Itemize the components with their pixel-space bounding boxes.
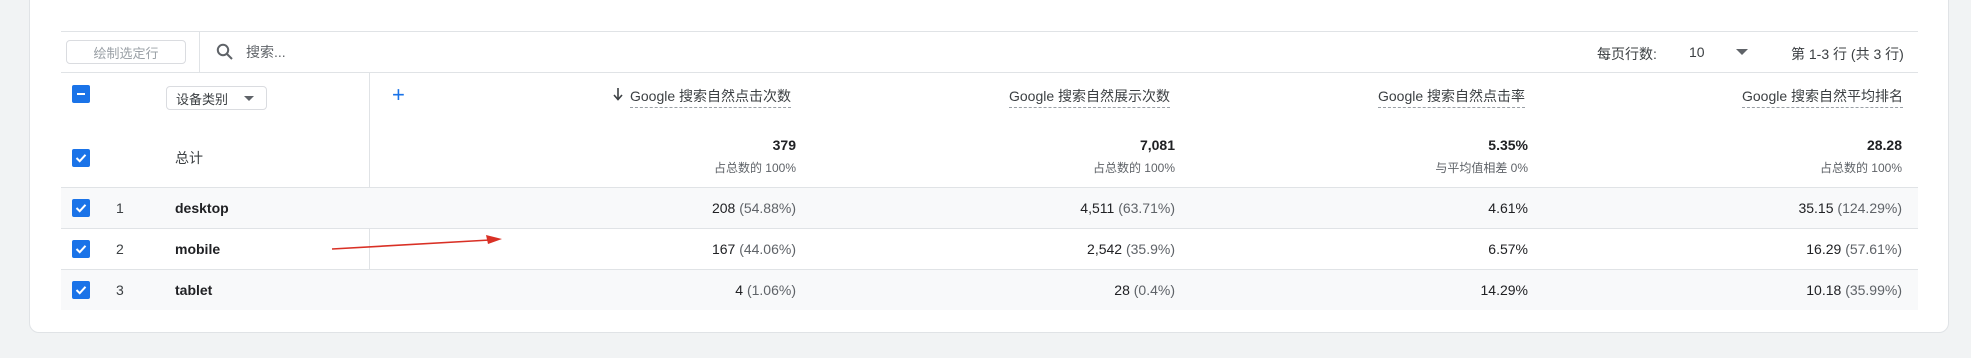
- cell-position: 35.15 (124.29%): [1798, 200, 1902, 216]
- total-clicks-share: 占总数的 100%: [713, 161, 796, 175]
- total-row-checkbox[interactable]: [72, 149, 90, 167]
- checkmark-icon: [75, 245, 87, 254]
- row-index: 2: [116, 241, 124, 257]
- cell-value: 167: [711, 241, 736, 257]
- row-checkbox[interactable]: [72, 199, 90, 217]
- total-impressions: 7,081 占总数的 100%: [1093, 137, 1175, 176]
- toolbar-divider: [199, 31, 200, 73]
- row-dimension: mobile: [175, 241, 221, 257]
- total-ctr: 5.35% 与平均值相差 0%: [1435, 137, 1528, 176]
- total-ctr-value: 5.35%: [1488, 137, 1528, 153]
- cell-value: 14.29%: [1480, 282, 1528, 298]
- cell-value: 6.57%: [1488, 241, 1528, 257]
- cell-position: 16.29 (57.61%): [1806, 241, 1902, 257]
- cell-position: 10.18 (35.99%): [1806, 282, 1902, 298]
- plot-rows-button[interactable]: 绘制选定行: [66, 40, 186, 64]
- table-row[interactable]: 1 desktop 208 (54.88%) 4,511 (63.71%) 4.…: [61, 188, 1918, 229]
- total-impressions-value: 7,081: [1139, 137, 1175, 153]
- search-input[interactable]: [246, 44, 546, 60]
- add-dimension-icon[interactable]: +: [392, 84, 405, 106]
- cell-percent: (44.06%): [739, 241, 796, 257]
- cell-value: 10.18: [1806, 282, 1842, 298]
- cell-value: 4: [735, 282, 744, 298]
- cell-value: 4,511: [1080, 200, 1115, 216]
- cell-clicks: 4 (1.06%): [735, 282, 796, 298]
- select-all-checkbox[interactable]: [72, 85, 90, 103]
- column-header-ctr[interactable]: Google 搜索自然点击率: [1378, 86, 1526, 108]
- total-position-share: 占总数的 100%: [1819, 161, 1902, 175]
- cell-value: 208: [711, 200, 736, 216]
- rows-per-page-select[interactable]: 10: [1689, 44, 1705, 60]
- total-position: 28.28 占总数的 100%: [1820, 137, 1902, 176]
- row-checkbox[interactable]: [72, 240, 90, 258]
- cell-percent: (57.61%): [1845, 241, 1902, 257]
- total-impressions-share: 占总数的 100%: [1092, 161, 1175, 175]
- cell-ctr: 4.61%: [1488, 200, 1528, 216]
- rows-per-page-label: 每页行数:: [1597, 46, 1657, 62]
- cell-percent: (1.06%): [746, 282, 796, 298]
- table-row[interactable]: 2 mobile 167 (44.06%) 2,542 (35.9%) 6.57…: [61, 229, 1918, 270]
- table-row[interactable]: 3 tablet 4 (1.06%) 28 (0.4%) 14.29% 10.1…: [61, 270, 1918, 310]
- sort-descending-icon[interactable]: [612, 87, 624, 105]
- table-total-row: 总计 379 占总数的 100% 7,081 占总数的 100% 5.35% 与…: [61, 129, 1918, 188]
- report-table: 设备类别 + Google 搜索自然点击次数 Google 搜索自然展示次数 G…: [61, 73, 1918, 310]
- table-header-row: 设备类别 + Google 搜索自然点击次数 Google 搜索自然展示次数 G…: [61, 73, 1918, 129]
- total-position-value: 28.28: [1866, 137, 1902, 153]
- cell-percent: (35.99%): [1845, 282, 1902, 298]
- cell-clicks: 167 (44.06%): [712, 241, 796, 257]
- cell-percent: (54.88%): [739, 200, 796, 216]
- dimension-select-label: 设备类别: [176, 91, 229, 107]
- search-icon: [216, 43, 234, 61]
- table-toolbar: 绘制选定行 每页行数: 10 第 1-3 行 (共 3 行): [61, 31, 1918, 73]
- cell-value: 28: [1114, 282, 1130, 298]
- cell-value: 35.15: [1798, 200, 1834, 216]
- minus-icon: [77, 93, 85, 95]
- cell-impressions: 28 (0.4%): [1114, 282, 1175, 298]
- cell-ctr: 6.57%: [1488, 241, 1528, 257]
- checkmark-icon: [75, 154, 87, 163]
- checkmark-icon: [75, 286, 87, 295]
- dimension-select[interactable]: 设备类别: [166, 86, 267, 110]
- column-header-impressions[interactable]: Google 搜索自然展示次数: [1009, 86, 1171, 108]
- total-clicks-value: 379: [772, 137, 796, 153]
- cell-impressions: 4,511 (63.71%): [1080, 200, 1175, 216]
- cell-percent: (124.29%): [1837, 200, 1902, 216]
- chevron-down-icon[interactable]: [1736, 49, 1748, 55]
- cell-value: 16.29: [1806, 241, 1842, 257]
- cell-impressions: 2,542 (35.9%): [1087, 241, 1175, 257]
- column-header-position[interactable]: Google 搜索自然平均排名: [1742, 86, 1904, 108]
- total-ctr-share: 与平均值相差 0%: [1435, 161, 1528, 175]
- cell-percent: (0.4%): [1133, 282, 1175, 298]
- cell-percent: (63.71%): [1118, 200, 1175, 216]
- row-index: 3: [116, 282, 124, 298]
- pagination-range: 第 1-3 行 (共 3 行): [1791, 46, 1904, 62]
- row-index: 1: [116, 200, 124, 216]
- chevron-down-icon: [244, 96, 254, 101]
- row-dimension: tablet: [175, 282, 213, 298]
- row-checkbox[interactable]: [72, 281, 90, 299]
- checkmark-icon: [75, 204, 87, 213]
- cell-clicks: 208 (54.88%): [712, 200, 796, 216]
- cell-value: 4.61%: [1488, 200, 1528, 216]
- total-label: 总计: [175, 150, 203, 166]
- cell-ctr: 14.29%: [1481, 282, 1528, 298]
- cell-percent: (35.9%): [1125, 241, 1175, 257]
- total-clicks: 379 占总数的 100%: [714, 137, 796, 176]
- row-dimension: desktop: [175, 200, 229, 216]
- cell-value: 2,542: [1087, 241, 1123, 257]
- column-header-clicks[interactable]: Google 搜索自然点击次数: [630, 86, 792, 108]
